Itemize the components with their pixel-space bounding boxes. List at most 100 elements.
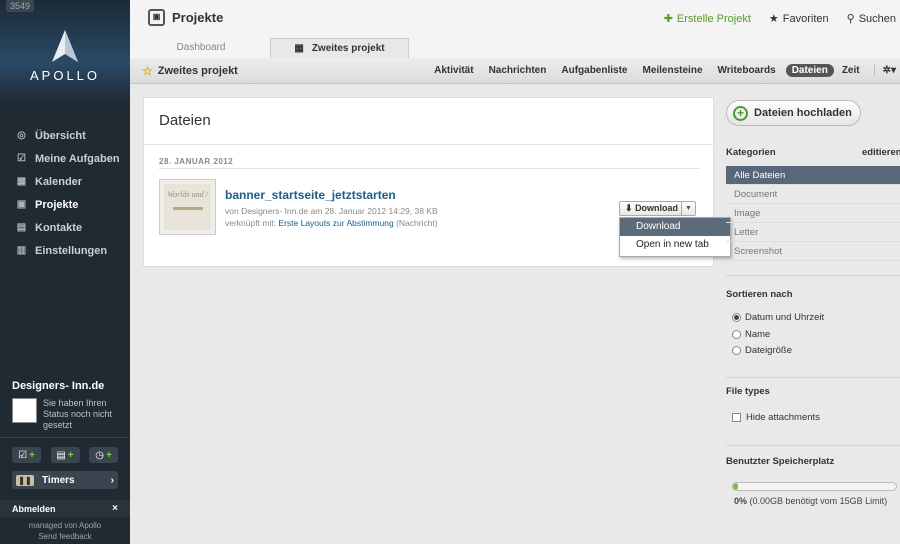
sort-option-label: Datum und Uhrzeit [745,312,825,323]
sort-option-name[interactable]: Name [732,329,770,340]
menu-item-open-new-tab[interactable]: Open in new tab [620,236,730,254]
quick-add-tools: ☑ + ▤ + ◷ + ❚❚ Timers › [0,437,130,489]
radio-button[interactable] [732,313,741,322]
tab-zweites-projekt[interactable]: ▦ Zweites projekt [270,38,409,58]
hide-attachments-option[interactable]: Hide attachments [732,412,820,423]
divider [144,144,713,145]
pause-icon: ❚❚ [16,474,34,486]
user-status[interactable]: Sie haben Ihren Status noch nicht gesetz… [43,398,118,431]
sidebar-footer: managed von Apollo Send feedback [0,520,130,542]
linked-suffix: (Nachricht) [396,218,438,228]
tab-dateien[interactable]: Dateien [785,64,834,77]
sort-option-date[interactable]: Datum und Uhrzeit [732,312,824,323]
tab-meilensteine[interactable]: Meilensteine [642,65,702,76]
create-project-button[interactable]: ✚ Erstelle Projekt [664,12,751,26]
create-project-label: Erstelle Projekt [676,12,751,25]
tab-aufgabenliste[interactable]: Aufgabenliste [561,65,627,76]
download-label: ⬇ Download [620,203,681,214]
sidebar-item-label: Kalender [35,175,83,188]
tab-zeit[interactable]: Zeit [842,65,860,76]
sidebar-item-projekte[interactable]: ▣ Projekte [0,193,130,216]
tab-writeboards[interactable]: Writeboards [718,65,776,76]
storage-text: 0% (0.00GB benötigt vom 15GB Limit) [734,496,887,506]
radio-button[interactable] [732,330,741,339]
add-note-button[interactable]: ▤ + [50,447,80,463]
search-button[interactable]: ⚲ Suchen [846,12,896,26]
add-time-button[interactable]: ◷ + [89,447,118,463]
top-actions: ✚ Erstelle Projekt ★ Favoriten ⚲ Suchen [646,12,896,26]
projects-icon: ▣ [16,199,27,210]
tab-nachrichten[interactable]: Nachrichten [489,65,547,76]
category-document[interactable]: Document [726,185,900,204]
linked-message-link[interactable]: Erste Layouts zur Abstimmung [278,218,393,228]
radio-dot [734,315,739,320]
timers-button[interactable]: ❚❚ Timers › [12,471,118,489]
menu-item-download[interactable]: Download [620,218,730,236]
sort-option-size[interactable]: Dateigröße [732,345,792,356]
favorites-label: Favoriten [782,12,829,25]
storage-detail: (0.00GB benötigt vom 15GB Limit) [749,496,888,506]
sidebar-item-uebersicht[interactable]: ◎ Übersicht [0,124,130,147]
checkbox[interactable] [732,413,741,422]
plus-icon: + [105,449,112,461]
upload-files-button[interactable]: + Dateien hochladen [726,100,861,126]
radio-button[interactable] [732,346,741,355]
add-task-button[interactable]: ☑ + [12,447,41,463]
category-image[interactable]: Image [726,204,900,223]
sidebar-item-label: Übersicht [35,129,86,142]
apollo-logo[interactable]: APOLLO [0,0,130,104]
project-name-text: Zweites projekt [157,65,238,77]
sort-title: Sortieren nach [726,289,793,300]
avatar[interactable] [12,398,37,423]
checkbox-icon: ☑ [17,153,26,164]
plus-icon: + [29,449,35,461]
sidebar-item-kontakte[interactable]: ▤ Kontakte [0,216,130,239]
storage-title: Benutzter Speicherplatz [726,456,835,467]
divider [159,168,699,169]
chevron-down-icon[interactable]: ▼ [681,202,695,215]
gear-icon[interactable]: ✲▾ [873,65,896,76]
close-icon[interactable]: × [112,503,118,514]
favorites-button[interactable]: ★ Favoriten [769,12,829,26]
categories-edit-link[interactable]: editieren [862,147,900,158]
tab-aktivitaet[interactable]: Aktivität [434,65,473,76]
user-panel: Designers- Inn.de Sie haben Ihren Status… [0,380,130,431]
search-icon: ⚲ [846,13,855,25]
search-label: Suchen [858,12,896,25]
tab-label: Zweites projekt [311,43,385,54]
page-title-text: Projekte [172,10,224,25]
star-icon[interactable]: ☆ [142,64,153,78]
file-thumbnail[interactable]: Worlds und / [159,179,216,235]
linked-prefix: verknüpft mit: [225,218,277,228]
category-all-files[interactable]: Alle Dateien [726,166,900,185]
user-name[interactable]: Designers- Inn.de [12,380,118,392]
category-screenshot[interactable]: Screenshot [726,242,900,261]
storage-percent: 0% [734,496,748,506]
project-tab-icon: ▦ [294,43,304,54]
logout-label[interactable]: Abmelden [12,504,56,514]
divider [726,445,900,446]
panel-title: Dateien [159,112,211,129]
plus-icon: + [67,449,74,461]
category-letter[interactable]: Letter [726,223,900,242]
sidebar-item-einstellungen[interactable]: ▥ Einstellungen [0,239,130,262]
version-badge: 3549 [6,0,35,12]
task-icon: ☑ [18,449,28,461]
categories-title: Kategorien [726,147,776,158]
sidebar-item-kalender[interactable]: ▦ Kalender [0,170,130,193]
project-nav: Aktivität Nachrichten Aufgabenliste Meil… [419,64,900,77]
download-button[interactable]: ⬇ Download ▼ [619,201,696,216]
note-icon: ▤ [56,449,66,461]
calendar-icon: ▦ [16,176,27,187]
projects-icon: ▣ [148,9,165,26]
managed-by-text: managed von Apollo [28,521,102,530]
top-bar: ▣ Projekte ✚ Erstelle Projekt ★ Favorite… [130,0,900,38]
logout-bar[interactable]: Abmelden × [0,500,130,517]
download-dropdown-menu: Download Open in new tab [619,217,731,257]
timers-label: Timers [42,474,75,486]
send-feedback-link[interactable]: Send feedback [0,531,130,542]
file-name-link[interactable]: banner_startseite_jetztstarten [225,188,396,202]
thumbnail-text: Worlds und / [167,190,208,199]
tab-dashboard[interactable]: Dashboard [166,38,236,58]
sidebar-item-meine-aufgaben[interactable]: ☑ Meine Aufgaben [0,147,130,170]
